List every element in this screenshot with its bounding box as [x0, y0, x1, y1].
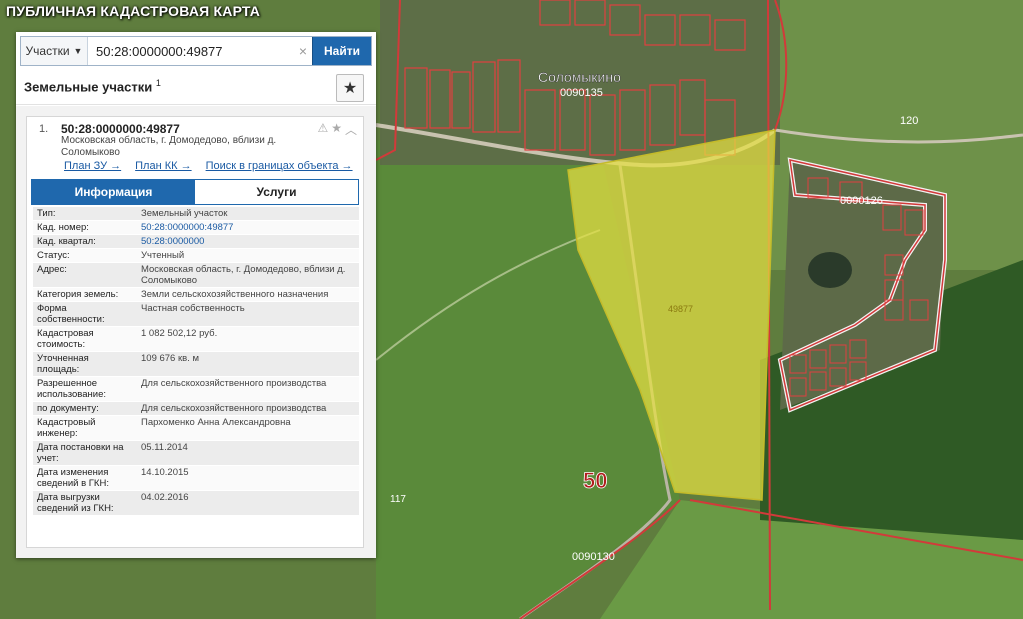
- info-value: Московская область, г. Домодедово, вблиз…: [141, 264, 346, 286]
- tab-info[interactable]: Информация: [32, 180, 195, 204]
- info-key: по документу:: [37, 403, 99, 414]
- clear-icon[interactable]: ×: [294, 37, 312, 65]
- info-value[interactable]: 50:28:0000000:49877: [137, 221, 359, 234]
- search-bar: Участки ▼ × Найти: [20, 36, 372, 66]
- result-index: 1.: [39, 123, 49, 135]
- pond: [808, 252, 852, 288]
- search-panel: Участки ▼ × Найти Земельные участки 1 ★ …: [16, 32, 376, 558]
- search-type-label: Участки: [25, 44, 70, 58]
- plan-kk-link[interactable]: План КК →: [135, 160, 191, 172]
- info-row: Кадастровый инженер: Пархоменко Анна Алек…: [33, 416, 359, 441]
- info-key: Кадастровый инженер:: [37, 417, 96, 439]
- section-title-text: Земельные участки: [24, 79, 153, 95]
- chevron-down-icon: ▼: [73, 46, 83, 56]
- info-row: Уточненная площадь: 109 676 кв. м: [33, 352, 359, 377]
- info-key: Форма собственности:: [37, 303, 105, 325]
- info-key: Категория земель:: [37, 289, 119, 300]
- info-row: Кад. номер: 50:28:0000000:49877: [33, 221, 359, 235]
- star-icon[interactable]: ★: [331, 121, 342, 138]
- district-label: 50: [583, 468, 607, 493]
- info-row: Дата постановки на учет: 05.11.2014: [33, 441, 359, 466]
- search-button[interactable]: Найти: [312, 37, 371, 65]
- info-value: Пархоменко Анна Александровна: [141, 417, 291, 428]
- info-value: Земельный участок: [141, 208, 228, 219]
- info-key: Адрес:: [37, 264, 67, 275]
- quarter-label-south: 0090130: [572, 551, 615, 563]
- info-value: Для сельскохозяйственного производства: [141, 403, 327, 414]
- result-title[interactable]: 50:28:0000000:49877: [61, 122, 180, 136]
- result-tabs: Информация Услуги: [31, 179, 359, 205]
- parcel-label: 49877: [668, 304, 693, 314]
- favorites-button[interactable]: ★: [336, 74, 364, 102]
- info-key: Дата изменения сведений в ГКН:: [37, 467, 109, 489]
- info-key: Кад. номер:: [37, 222, 89, 233]
- search-in-bounds-link[interactable]: Поиск в границах объекта →: [206, 160, 353, 172]
- plan-zu-link[interactable]: План ЗУ →: [64, 160, 121, 172]
- info-key: Дата постановки на учет:: [37, 442, 124, 464]
- info-row: Дата изменения сведений в ГКН: 14.10.2015: [33, 466, 359, 491]
- info-value: 14.10.2015: [141, 467, 189, 478]
- info-value: Для сельскохозяйственного производства: [141, 378, 327, 389]
- info-value: Земли сельскохозяйственного назначения: [141, 289, 329, 300]
- result-links: План ЗУ → План КК → Поиск в границах объ…: [64, 160, 353, 172]
- info-row: Кадастровая стоимость: 1 082 502,12 руб.: [33, 327, 359, 352]
- info-row: Кад. квартал: 50:28:0000000: [33, 235, 359, 249]
- info-value: 04.02.2016: [141, 492, 189, 503]
- info-key: Кадастровая стоимость:: [37, 328, 94, 350]
- app-title: ПУБЛИЧНАЯ КАДАСТРОВАЯ КАРТА: [6, 3, 261, 19]
- info-row: Категория земель: Земли сельскохозяйствен…: [33, 288, 359, 302]
- result-area: 1. 50:28:0000000:49877 ⚠ ★ ︿ Московская …: [16, 106, 376, 558]
- info-key: Уточненная площадь:: [37, 353, 89, 375]
- info-value: Учтенный: [141, 250, 185, 261]
- info-key: Кад. квартал:: [37, 236, 96, 247]
- lot-label-120: 120: [900, 115, 918, 127]
- result-address: Московская область, г. Домодедово, вблиз…: [61, 135, 277, 158]
- info-key: Дата выгрузки сведений из ГКН:: [37, 492, 114, 514]
- info-value[interactable]: 50:28:0000000: [137, 235, 359, 248]
- result-card: 1. 50:28:0000000:49877 ⚠ ★ ︿ Московская …: [26, 116, 364, 548]
- section-title: Земельные участки 1: [24, 78, 161, 94]
- info-row: Тип: Земельный участок: [33, 207, 359, 221]
- info-key: Статус:: [37, 250, 70, 261]
- tab-services[interactable]: Услуги: [195, 180, 358, 204]
- search-input[interactable]: [88, 37, 294, 65]
- info-value: 05.11.2014: [141, 442, 188, 453]
- lot-label-117: 117: [390, 494, 406, 505]
- info-row: Разрешенное использование: Для сельскохоз…: [33, 377, 359, 402]
- info-table: Тип: Земельный участок Кад. номер: 50:28:00…: [33, 207, 359, 516]
- section-count: 1: [155, 78, 161, 88]
- star-icon: ★: [342, 80, 358, 97]
- info-value: Частная собственность: [141, 303, 245, 314]
- info-key: Тип:: [37, 208, 56, 219]
- info-row: Статус: Учтенный: [33, 249, 359, 263]
- quarter-label-village: 0090135: [560, 87, 603, 99]
- collapse-icon[interactable]: ︿: [345, 121, 357, 138]
- info-row: по документу: Для сельскохозяйственного п…: [33, 402, 359, 416]
- quarter-label-east: 0090126: [840, 195, 883, 207]
- result-actions: ⚠ ★ ︿: [317, 121, 357, 138]
- info-value: 109 676 кв. м: [141, 353, 199, 364]
- info-row: Дата выгрузки сведений из ГКН: 04.02.2016: [33, 491, 359, 516]
- info-row: Форма собственности: Частная собственност…: [33, 302, 359, 327]
- info-row: Адрес: Московская область, г. Домодедово,…: [33, 263, 359, 288]
- section-header: Земельные участки 1 ★: [16, 70, 376, 105]
- info-value: 1 082 502,12 руб.: [141, 328, 218, 339]
- search-type-select[interactable]: Участки ▼: [21, 37, 88, 65]
- info-key: Разрешенное использование:: [37, 378, 107, 400]
- village-label: Соломыкино: [538, 69, 621, 85]
